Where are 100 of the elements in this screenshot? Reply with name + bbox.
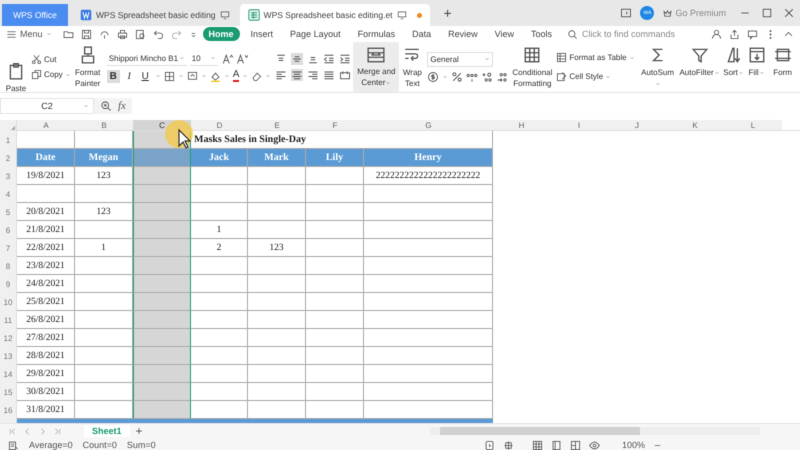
row-header[interactable]: 1 — [0, 131, 17, 149]
font-style-button[interactable]: U — [138, 70, 152, 82]
autosum-button[interactable]: AutoSum — [638, 42, 677, 92]
add-sheet-button[interactable]: + — [136, 424, 143, 438]
horizontal-scrollbar[interactable] — [430, 427, 760, 435]
increase-decimal-icon[interactable] — [481, 70, 494, 82]
row-header[interactable]: 10 — [0, 293, 17, 311]
row-header[interactable]: 2 — [0, 149, 17, 167]
column-header[interactable]: E — [248, 120, 306, 131]
folder-icon[interactable] — [62, 28, 74, 40]
cut-button[interactable]: Cut — [31, 54, 71, 65]
distributed-icon[interactable] — [339, 69, 352, 81]
conditional-formatting-button[interactable]: Conditional Formatting — [510, 42, 554, 92]
currency-icon[interactable] — [427, 70, 440, 82]
row-header[interactable]: 7 — [0, 239, 17, 257]
ribbon-tab[interactable]: Insert — [244, 27, 280, 41]
format-button[interactable]: Form — [770, 42, 795, 92]
decrease-font-icon[interactable] — [236, 52, 248, 64]
undo-icon[interactable] — [152, 28, 164, 40]
close-icon[interactable] — [783, 7, 795, 19]
align-right-icon[interactable] — [307, 69, 320, 81]
percent-icon[interactable] — [451, 70, 464, 82]
window-layout-icon[interactable] — [620, 7, 632, 19]
user-share-icon[interactable] — [711, 28, 722, 40]
column-header[interactable]: K — [666, 120, 724, 131]
new-tab-button[interactable]: + — [440, 5, 456, 21]
increase-indent-icon[interactable] — [339, 53, 352, 65]
comment-icon[interactable] — [747, 28, 758, 40]
font-name-dropdown[interactable]: Shippori Mincho B1 — [106, 52, 187, 66]
eraser-icon[interactable] — [251, 70, 262, 82]
search-field[interactable]: Click to find commands — [567, 28, 692, 40]
column-header[interactable]: L — [724, 120, 782, 131]
row-header[interactable]: 14 — [0, 365, 17, 383]
sort-button[interactable]: Sort — [722, 42, 745, 92]
row-header[interactable]: 6 — [0, 221, 17, 239]
align-justify-icon[interactable] — [323, 69, 336, 81]
document-tab[interactable]: WPS Spreadsheet basic editing — [72, 4, 238, 26]
row-header[interactable]: 16 — [0, 401, 17, 419]
ribbon-tab[interactable]: Tools — [525, 27, 558, 41]
font-style-button[interactable]: B — [106, 70, 120, 82]
menu-button[interactable]: Menu — [6, 28, 52, 40]
row-header[interactable]: 11 — [0, 311, 17, 329]
row-header[interactable]: 9 — [0, 275, 17, 293]
wrap-text-button[interactable]: Wrap Text — [401, 42, 424, 92]
cell-fill-icon[interactable] — [186, 70, 198, 82]
row-header[interactable]: 15 — [0, 383, 17, 401]
ribbon-tab[interactable]: Review — [442, 27, 484, 41]
page-break-icon[interactable] — [570, 440, 581, 450]
copy-button[interactable]: Copy — [31, 69, 71, 80]
row-header[interactable]: 3 — [0, 167, 17, 185]
fill-button[interactable]: Fill — [746, 42, 767, 92]
format-as-table-button[interactable]: Format as Table — [556, 52, 635, 63]
font-style-button[interactable]: I — [122, 70, 136, 82]
zoom-icon[interactable] — [100, 100, 112, 112]
ribbon-tab[interactable]: Data — [406, 27, 438, 41]
share-icon[interactable] — [729, 28, 740, 40]
align-middle-icon[interactable] — [291, 53, 304, 65]
column-header[interactable]: G — [364, 120, 493, 131]
align-left-icon[interactable] — [275, 69, 288, 81]
paste-button[interactable]: Paste — [3, 42, 29, 92]
document-tab[interactable]: WPS Spreadsheet basic editing.et — [240, 4, 430, 26]
fill-color-icon[interactable] — [210, 70, 221, 82]
column-header[interactable]: J — [608, 120, 666, 131]
row-header[interactable]: 13 — [0, 347, 17, 365]
page-layout-icon[interactable] — [550, 440, 562, 450]
sheet-tab[interactable]: Sheet1 — [84, 425, 130, 437]
function-label[interactable]: fx — [118, 100, 126, 112]
zoom-level[interactable]: 100% — [622, 440, 645, 450]
borders-icon[interactable] — [164, 70, 175, 82]
save-icon[interactable] — [80, 28, 92, 40]
name-box[interactable]: C2 — [0, 98, 94, 114]
row-header[interactable]: 12 — [0, 329, 17, 347]
decrease-decimal-icon[interactable] — [496, 70, 508, 82]
column-header[interactable]: H — [493, 120, 550, 131]
ribbon-tab[interactable]: View — [488, 27, 520, 41]
print-preview-icon[interactable] — [134, 28, 146, 40]
freeze-icon[interactable] — [502, 440, 514, 450]
decrease-indent-icon[interactable] — [323, 53, 336, 65]
row-header[interactable]: 5 — [0, 203, 17, 221]
row-header[interactable]: 4 — [0, 185, 17, 203]
ribbon-tab[interactable]: Page Layout — [284, 27, 347, 41]
clock-icon[interactable] — [484, 440, 495, 450]
ribbon-tab[interactable]: Home — [202, 27, 240, 41]
cell-style-button[interactable]: Cell Style — [556, 71, 635, 82]
column-header[interactable]: I — [550, 120, 608, 131]
eye-icon[interactable] — [588, 440, 600, 450]
merge-button[interactable]: Merge and Center — [353, 42, 400, 92]
print-icon[interactable] — [116, 28, 128, 40]
font-color-button[interactable]: A — [232, 70, 240, 82]
maximize-icon[interactable] — [761, 7, 773, 19]
row-header[interactable]: 8 — [0, 257, 17, 275]
font-size-dropdown[interactable]: 10 — [190, 52, 218, 66]
format-painter-button[interactable]: Format Painter — [72, 42, 103, 92]
column-header[interactable]: F — [306, 120, 364, 131]
normal-view-icon[interactable] — [532, 440, 543, 450]
column-header[interactable]: A — [17, 120, 75, 131]
column-header[interactable]: D — [191, 120, 248, 131]
autofilter-button[interactable]: AutoFilter — [678, 42, 721, 92]
align-center-icon[interactable] — [291, 69, 304, 81]
increase-font-icon[interactable] — [220, 52, 233, 64]
